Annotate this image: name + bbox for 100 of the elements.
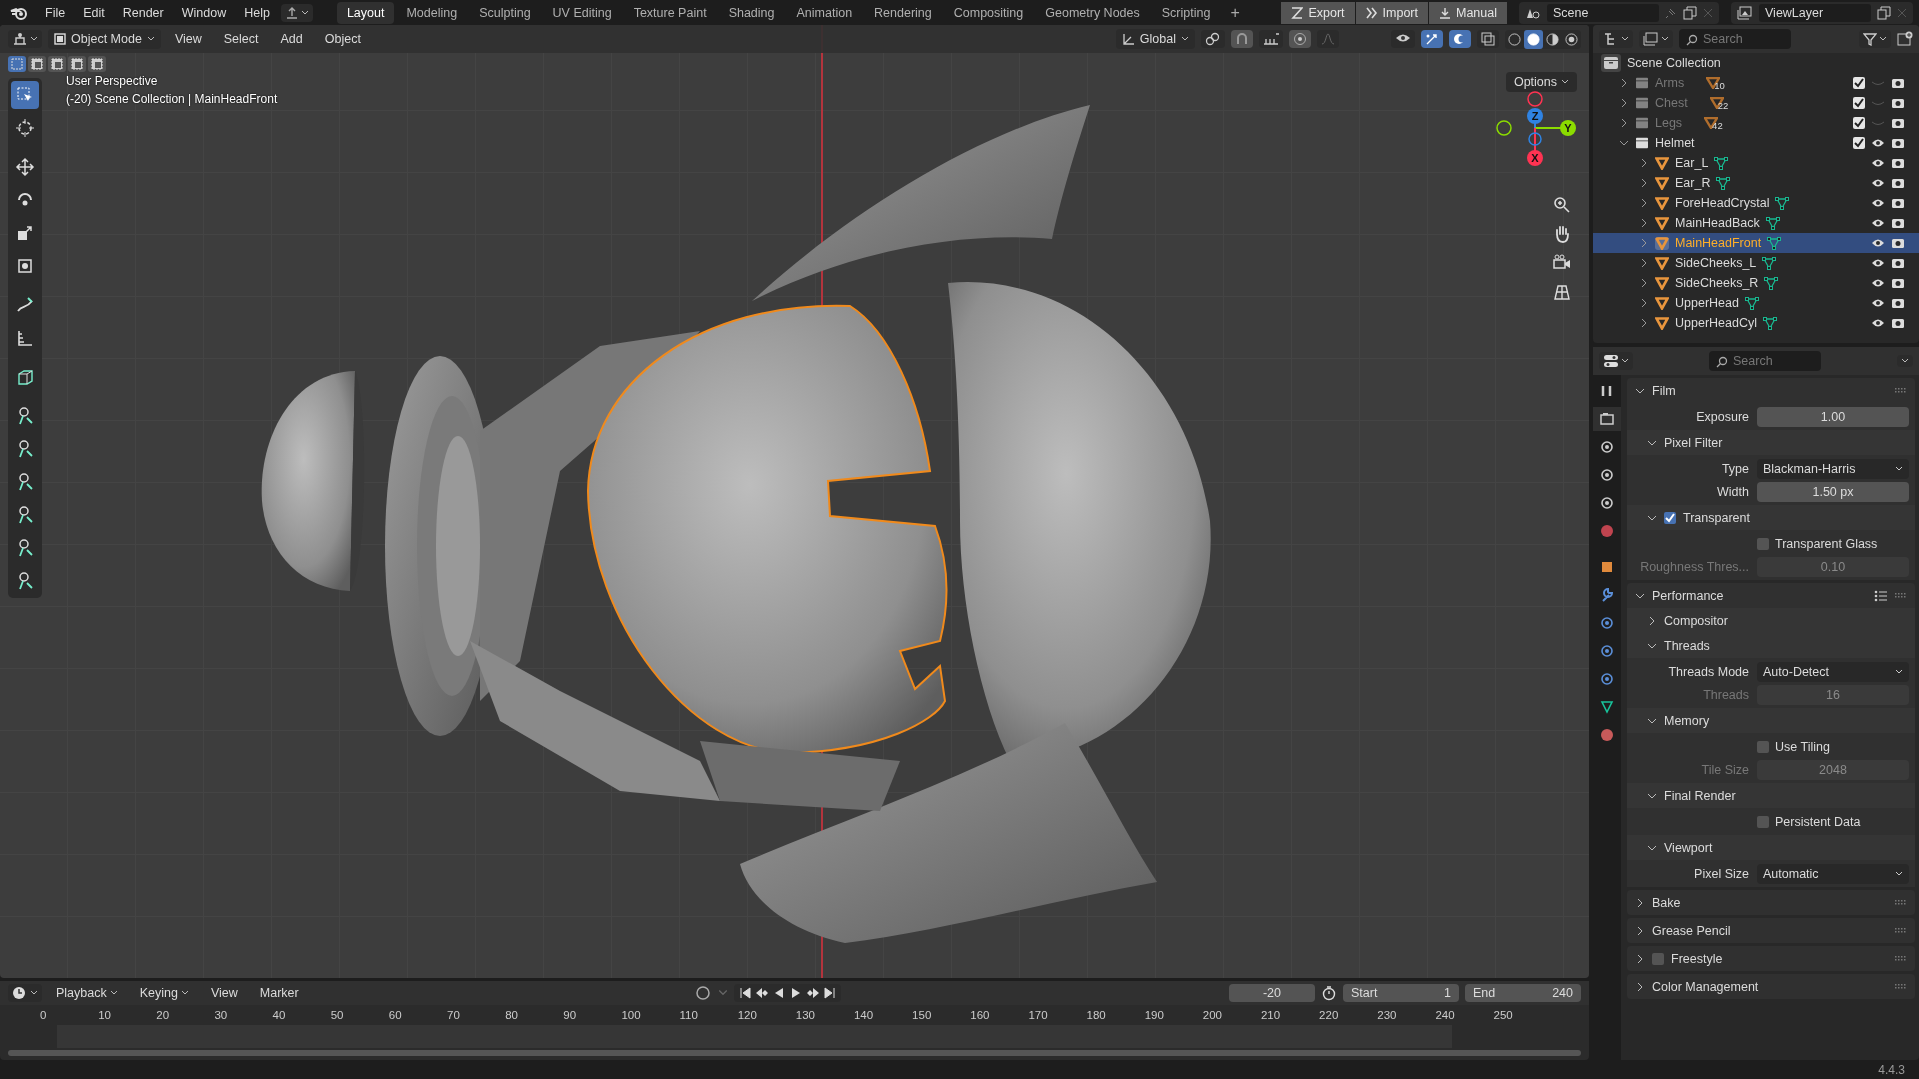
timeline-menu-item[interactable]: View: [202, 986, 246, 1000]
subpanel-title[interactable]: Viewport: [1664, 840, 1713, 855]
property-dropdown[interactable]: Blackman-Harris: [1757, 458, 1909, 479]
presets-list-icon[interactable]: [1874, 589, 1888, 602]
property-dropdown[interactable]: Automatic: [1757, 863, 1909, 884]
snap-toggle[interactable]: [1231, 30, 1253, 48]
mesh-icon[interactable]: [1765, 216, 1780, 230]
outliner-row[interactable]: UpperHead: [1593, 293, 1919, 313]
axis-dot[interactable]: [1527, 108, 1543, 124]
drag-handle-icon[interactable]: [1895, 387, 1907, 394]
duplicate-icon[interactable]: [1877, 5, 1891, 20]
workspace-tab[interactable]: Texture Paint: [623, 1, 717, 24]
checkbox[interactable]: [1757, 815, 1769, 828]
workspace-tab[interactable]: Sculpting: [469, 1, 541, 24]
panel-title[interactable]: Grease Pencil: [1652, 923, 1731, 938]
mesh-icon[interactable]: [1714, 156, 1729, 170]
selection-mode-button[interactable]: [48, 56, 66, 72]
exclude-checkbox[interactable]: [1853, 97, 1865, 109]
camera-icon[interactable]: [1891, 177, 1905, 189]
mesh-icon[interactable]: [1762, 256, 1777, 270]
gizmo-toggle[interactable]: [1421, 30, 1443, 48]
timeline-scrollbar[interactable]: [8, 1050, 1581, 1056]
viewport-menu-item[interactable]: View: [166, 32, 210, 46]
workspace-tab[interactable]: Modeling: [396, 1, 468, 24]
drag-handle-icon[interactable]: [1895, 592, 1907, 599]
stopwatch-icon[interactable]: [1321, 985, 1337, 1001]
axis-dot[interactable]: [1527, 150, 1543, 166]
subpanel-title[interactable]: Transparent: [1683, 510, 1750, 525]
camera-icon[interactable]: [1891, 237, 1905, 249]
workspace-tab[interactable]: Animation: [786, 1, 863, 24]
menu-item[interactable]: File: [38, 5, 73, 20]
shading-mode-button[interactable]: [1524, 29, 1543, 49]
panel-title[interactable]: Film: [1652, 383, 1676, 398]
options-dropdown[interactable]: Options: [1505, 72, 1577, 92]
chevron-icon[interactable]: [1647, 615, 1657, 626]
scene-field[interactable]: Scene: [1547, 3, 1659, 22]
eye-icon[interactable]: [1871, 177, 1885, 189]
eye-icon[interactable]: [1871, 217, 1885, 229]
timeline-menu-item[interactable]: Marker: [251, 986, 307, 1000]
pivot-dropdown[interactable]: [1201, 30, 1225, 48]
drag-handle-icon[interactable]: [1895, 927, 1907, 934]
camera-icon[interactable]: [1891, 257, 1905, 269]
camera-icon[interactable]: [1891, 97, 1905, 109]
current-frame-field[interactable]: -20: [1229, 984, 1315, 1002]
eye-icon[interactable]: [1871, 277, 1885, 289]
outliner-row[interactable]: MainHeadFront: [1593, 233, 1919, 253]
workspace-tab[interactable]: Shading: [718, 1, 785, 24]
menu-item[interactable]: Help: [237, 5, 277, 20]
outliner-item[interactable]: Scene Collection: [1627, 56, 1721, 70]
view-layer-dropdown[interactable]: [1639, 30, 1673, 48]
options-dropdown[interactable]: [1897, 355, 1913, 367]
drag-handle-icon[interactable]: [1895, 899, 1907, 906]
viewport-menu-item[interactable]: Object: [316, 32, 369, 46]
eye-icon[interactable]: [1871, 237, 1885, 249]
workspace-tab[interactable]: UV Editing: [542, 1, 622, 24]
eye-icon[interactable]: [1871, 137, 1885, 149]
orientation-dropdown[interactable]: Global: [1115, 29, 1195, 49]
snap-target-dropdown[interactable]: [1259, 30, 1283, 48]
camera-icon[interactable]: [1891, 217, 1905, 229]
subpanel-title[interactable]: Pixel Filter: [1664, 435, 1723, 450]
selection-mode-button[interactable]: [88, 56, 106, 72]
axis-circle[interactable]: [1527, 91, 1543, 107]
chevron-icon[interactable]: [1619, 138, 1629, 148]
outliner-item[interactable]: Helmet: [1655, 136, 1695, 150]
outliner-row[interactable]: SideCheeks_R: [1593, 273, 1919, 293]
search-field[interactable]: Search: [1679, 29, 1791, 49]
exclude-checkbox[interactable]: [1853, 77, 1865, 89]
menu-item[interactable]: Edit: [76, 5, 112, 20]
selection-mode-button[interactable]: [28, 56, 46, 72]
selection-mode-button[interactable]: [8, 56, 26, 72]
camera-icon[interactable]: [1891, 197, 1905, 209]
view-layer-field[interactable]: ViewLayer: [1759, 3, 1871, 22]
grid-icon[interactable]: [1552, 282, 1572, 302]
axis-dot[interactable]: [1560, 120, 1576, 136]
panel-title[interactable]: Bake: [1652, 895, 1681, 910]
camera-icon[interactable]: [1891, 317, 1905, 329]
editor-type-dropdown[interactable]: [8, 984, 42, 1002]
subpanel-title[interactable]: Final Render: [1664, 788, 1736, 803]
jump-end-icon[interactable]: [823, 986, 838, 1000]
timeline-menu-item[interactable]: Keying: [131, 986, 197, 1000]
eye-icon[interactable]: [1871, 197, 1885, 209]
workspace-tab[interactable]: Geometry Nodes: [1035, 1, 1150, 24]
camera-icon[interactable]: [1891, 277, 1905, 289]
eye-icon[interactable]: [1871, 297, 1885, 309]
jump-start-icon[interactable]: [738, 986, 753, 1000]
visibility-dropdown[interactable]: [1391, 30, 1415, 48]
subpanel-title[interactable]: Memory: [1664, 713, 1710, 728]
menu-item[interactable]: Window: [174, 5, 234, 20]
subpanel-title[interactable]: Compositor: [1664, 613, 1728, 628]
display-mode-dropdown[interactable]: [1599, 30, 1633, 48]
camera-icon[interactable]: [1891, 137, 1905, 149]
camera-icon[interactable]: [1891, 77, 1905, 89]
chevron-icon[interactable]: [1635, 897, 1645, 908]
filter-dropdown[interactable]: [1859, 30, 1891, 48]
zoom-icon[interactable]: [1552, 195, 1572, 215]
workspace-tab[interactable]: Compositing: [943, 1, 1034, 24]
mesh-icon[interactable]: [1775, 196, 1790, 210]
header-action-button[interactable]: Manual: [1429, 1, 1507, 24]
menu-item[interactable]: Render: [115, 5, 171, 20]
chevron-icon[interactable]: [1619, 118, 1629, 128]
